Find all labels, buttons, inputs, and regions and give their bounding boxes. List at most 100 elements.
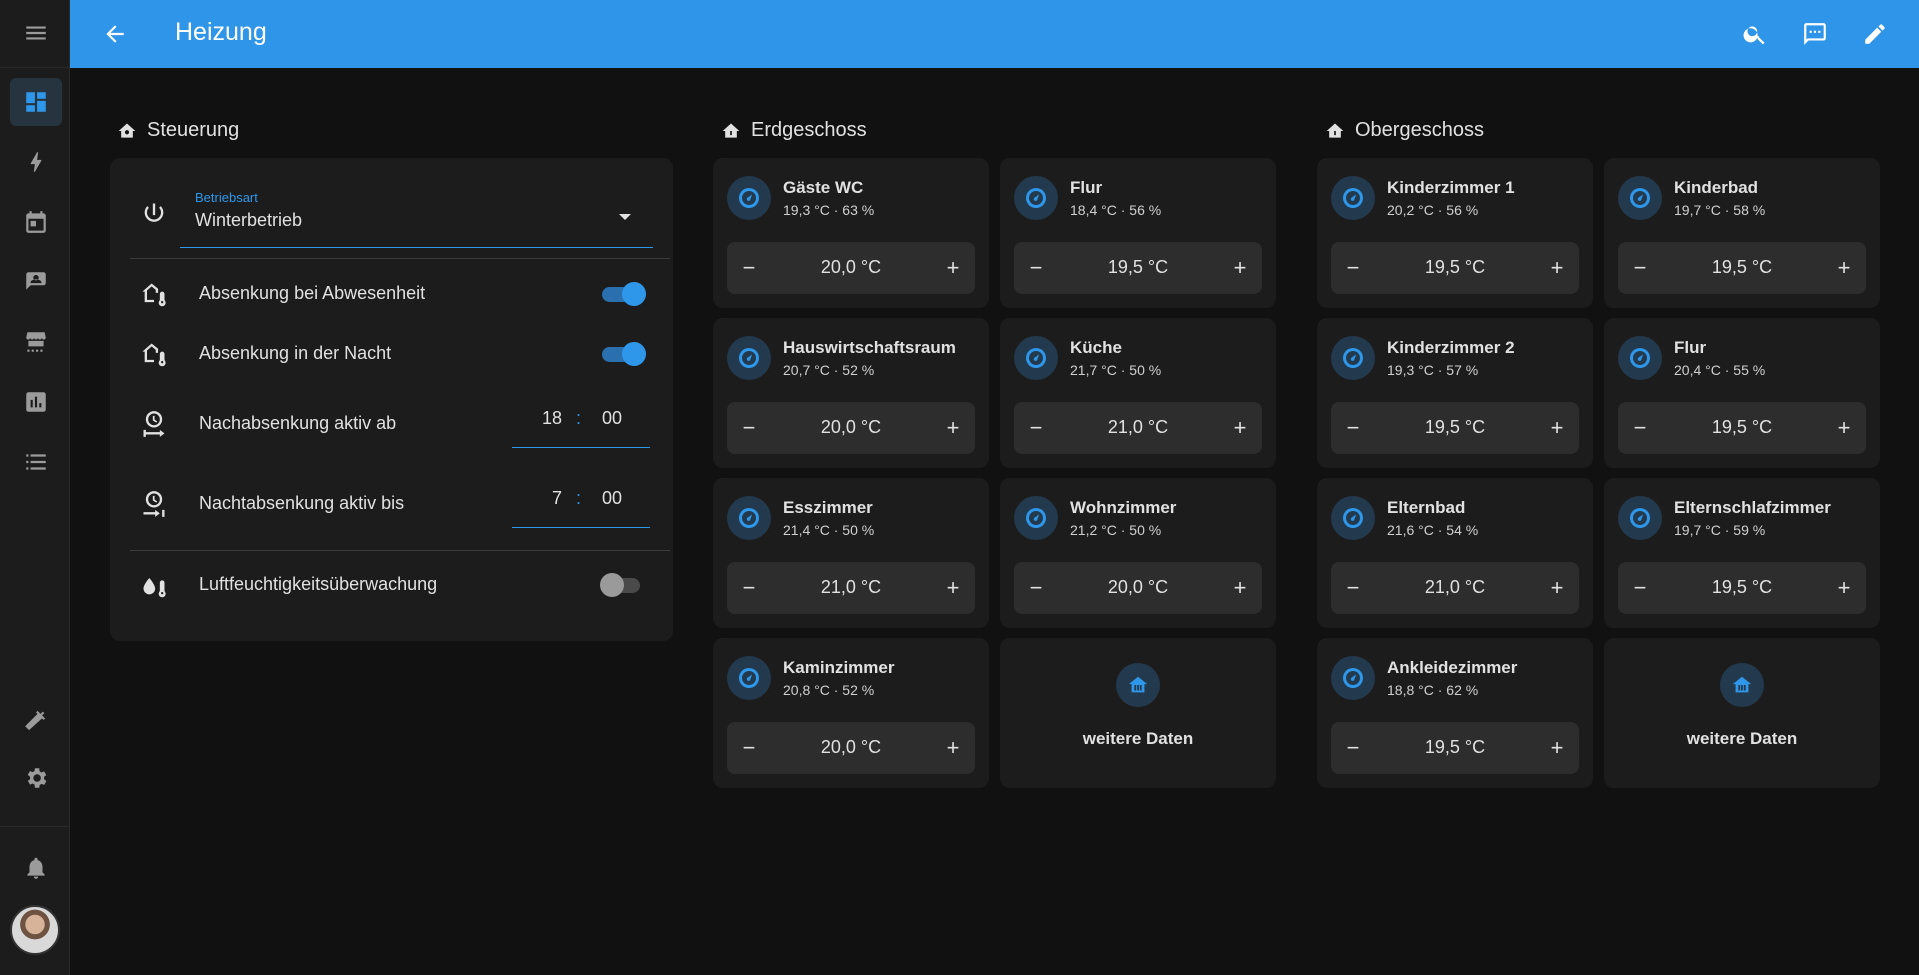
decrease-button[interactable]: − [1335,250,1371,286]
decrease-button[interactable]: − [1018,410,1054,446]
thermostat-icon[interactable] [1014,176,1058,220]
thermostat-icon[interactable] [727,496,771,540]
thermostat-icon[interactable] [727,656,771,700]
to-hour[interactable]: 7 [522,488,562,509]
thermostat-icon[interactable] [1014,336,1058,380]
calendar-icon[interactable] [10,198,62,246]
increase-button[interactable]: + [1826,250,1862,286]
thermostat-card[interactable]: Flur 20,4 °C · 55 % − 19,5 °C + [1604,318,1880,468]
search-icon[interactable] [1738,17,1772,51]
thermostat-card[interactable]: Kaminzimmer 20,8 °C · 52 % − 20,0 °C + [713,638,989,788]
room-state: 20,7 °C · 52 % [783,362,875,378]
increase-button[interactable]: + [935,250,971,286]
decrease-button[interactable]: − [1335,570,1371,606]
thermostat-card[interactable]: Elternschlafzimmer 19,7 °C · 59 % − 19,5 °C… [1604,478,1880,628]
temperature-stepper: − 19,5 °C + [1331,722,1579,774]
logbook-icon[interactable] [10,438,62,486]
decrease-button[interactable]: − [1335,730,1371,766]
thermostat-icon[interactable] [1331,496,1375,540]
temperature-stepper: − 19,5 °C + [1618,562,1866,614]
increase-button[interactable]: + [1539,250,1575,286]
increase-button[interactable]: + [1826,570,1862,606]
absence-toggle[interactable] [600,281,646,307]
water-thermometer-icon [140,571,168,599]
thermostat-icon[interactable] [1331,176,1375,220]
thermostat-icon[interactable] [727,176,771,220]
decrease-button[interactable]: − [731,250,767,286]
map-icon[interactable] [10,258,62,306]
decrease-button[interactable]: − [1018,570,1054,606]
thermostat-card[interactable]: Gäste WC 19,3 °C · 63 % − 20,0 °C + [713,158,989,308]
to-minute[interactable]: 00 [602,488,642,509]
increase-button[interactable]: + [1222,410,1258,446]
developer-tools-icon[interactable] [10,694,62,742]
home-floor-icon [1326,123,1344,138]
decrease-button[interactable]: − [731,570,767,606]
decrease-button[interactable]: − [1622,570,1658,606]
increase-button[interactable]: + [1539,570,1575,606]
thermostat-icon[interactable] [727,336,771,380]
thermostat-card[interactable]: Flur 18,4 °C · 56 % − 19,5 °C + [1000,158,1276,308]
room-state: 21,6 °C · 54 % [1387,522,1479,538]
decrease-button[interactable]: − [731,410,767,446]
increase-button[interactable]: + [1222,250,1258,286]
energy-icon[interactable] [10,138,62,186]
thermostat-icon[interactable] [1331,336,1375,380]
thermostat-card[interactable]: Esszimmer 21,4 °C · 50 % − 21,0 °C + [713,478,989,628]
thermostat-card[interactable]: Kinderzimmer 1 20,2 °C · 56 % − 19,5 °C + [1317,158,1593,308]
history-icon[interactable] [10,378,62,426]
thermostat-card[interactable]: Ankleidezimmer 18,8 °C · 62 % − 19,5 °C + [1317,638,1593,788]
thermostat-card[interactable]: Hauswirtschaftsraum 20,7 °C · 52 % − 20,0 °… [713,318,989,468]
assist-icon[interactable] [1798,17,1832,51]
decrease-button[interactable]: − [1018,250,1054,286]
avatar[interactable] [10,905,60,955]
target-temperature: 20,0 °C [820,417,882,437]
humidity-toggle[interactable] [600,572,646,598]
increase-button[interactable]: + [935,570,971,606]
section-header-obergeschoss: Obergeschoss [1325,119,1484,142]
decrease-button[interactable]: − [1335,410,1371,446]
temperature-stepper: − 19,5 °C + [1331,242,1579,294]
thermostat-icon[interactable] [1618,496,1662,540]
dashboard-icon[interactable] [10,78,62,126]
more-data-card[interactable]: weitere Daten [1000,638,1276,788]
increase-button[interactable]: + [935,410,971,446]
back-arrow-icon[interactable] [98,17,132,51]
decrease-button[interactable]: − [731,730,767,766]
thermostat-card[interactable]: Küche 21,7 °C · 50 % − 21,0 °C + [1000,318,1276,468]
thermostat-card[interactable]: Kinderzimmer 2 19,3 °C · 57 % − 19,5 °C + [1317,318,1593,468]
to-time-input[interactable]: 7 : 00 [512,468,650,528]
more-data-card[interactable]: weitere Daten [1604,638,1880,788]
thermostat-icon[interactable] [1618,336,1662,380]
from-minute[interactable]: 00 [602,408,642,429]
thermostat-icon[interactable] [1014,496,1058,540]
select-caption: Betriebsart [195,190,258,205]
power-icon [140,200,168,228]
increase-button[interactable]: + [1539,730,1575,766]
increase-button[interactable]: + [1222,570,1258,606]
notifications-icon[interactable] [10,844,62,892]
betriebsart-select[interactable]: Betriebsart Winterbetrieb [180,178,653,248]
temperature-stepper: − 20,0 °C + [727,242,975,294]
temperature-stepper: − 20,0 °C + [727,402,975,454]
decrease-button[interactable]: − [1622,410,1658,446]
increase-button[interactable]: + [1826,410,1862,446]
night-toggle[interactable] [600,341,646,367]
decrease-button[interactable]: − [1622,250,1658,286]
settings-icon[interactable] [10,754,62,802]
thermostat-card[interactable]: Elternbad 21,6 °C · 54 % − 21,0 °C + [1317,478,1593,628]
room-name: Elternbad [1387,498,1466,517]
increase-button[interactable]: + [1539,410,1575,446]
room-name: Elternschlafzimmer [1674,498,1831,517]
from-time-input[interactable]: 18 : 00 [512,388,650,448]
thermostat-card[interactable]: Kinderbad 19,7 °C · 58 % − 19,5 °C + [1604,158,1880,308]
thermostat-card[interactable]: Wohnzimmer 21,2 °C · 50 % − 20,0 °C + [1000,478,1276,628]
hacs-icon[interactable] [10,318,62,366]
thermostat-icon[interactable] [1618,176,1662,220]
from-hour[interactable]: 18 [522,408,562,429]
menu-icon[interactable] [10,9,62,57]
room-state: 20,2 °C · 56 % [1387,202,1479,218]
increase-button[interactable]: + [935,730,971,766]
edit-pencil-icon[interactable] [1858,17,1892,51]
thermostat-icon[interactable] [1331,656,1375,700]
